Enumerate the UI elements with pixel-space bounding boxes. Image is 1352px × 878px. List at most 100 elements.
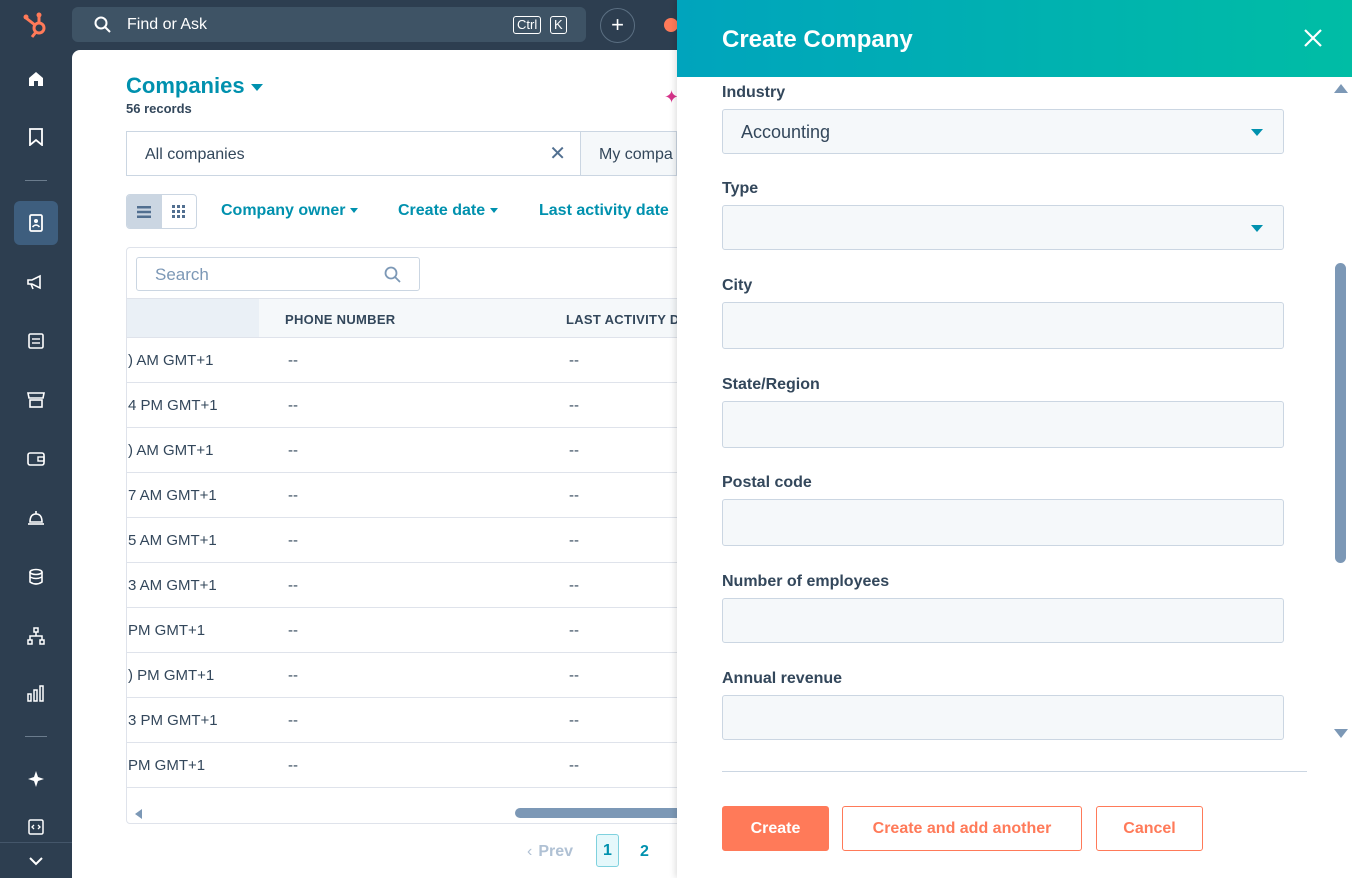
page-title-text: Companies (126, 73, 245, 98)
cell-create-date: PM GMT+1 (128, 757, 206, 774)
left-navigation (0, 50, 72, 878)
panel-header: Create Company (677, 0, 1352, 77)
shortcut-ctrl-key: Ctrl (513, 16, 542, 34)
scroll-up-icon[interactable] (1334, 84, 1348, 93)
contacts-icon[interactable] (14, 201, 58, 245)
panel-footer-divider (722, 771, 1307, 772)
type-select[interactable] (722, 205, 1284, 250)
table-row[interactable]: ) AM GMT+1 -- -- (127, 338, 685, 383)
tab-my-companies[interactable]: My compa (581, 131, 677, 176)
cell-create-date: 3 AM GMT+1 (128, 577, 217, 594)
cell-phone: -- (288, 712, 298, 729)
nav-divider (25, 180, 47, 181)
quick-create-button[interactable]: + (600, 8, 635, 43)
table-row[interactable]: 7 AM GMT+1 -- -- (127, 473, 685, 518)
cell-phone: -- (288, 757, 298, 774)
postal-code-field[interactable] (722, 499, 1284, 546)
service-icon[interactable] (14, 496, 58, 540)
table-row[interactable]: 3 PM GMT+1 -- -- (127, 698, 685, 743)
cell-phone: -- (288, 532, 298, 549)
cell-phone: -- (288, 487, 298, 504)
upgrade-icon[interactable] (664, 18, 678, 32)
wallet-icon[interactable] (14, 437, 58, 481)
cell-phone: -- (288, 577, 298, 594)
pagination-prev-label: Prev (538, 843, 574, 860)
cell-phone: -- (288, 442, 298, 459)
pagination-page-2[interactable]: 2 (640, 843, 649, 861)
cell-create-date: 4 PM GMT+1 (128, 397, 218, 414)
create-and-add-another-button[interactable]: Create and add another (842, 806, 1082, 851)
table-row[interactable]: PM GMT+1 -- -- (127, 608, 685, 653)
table-row[interactable]: 5 AM GMT+1 -- -- (127, 518, 685, 563)
nav-collapse-toggle[interactable] (0, 842, 72, 878)
vertical-scrollbar-thumb[interactable] (1335, 263, 1346, 563)
page-title[interactable]: Companies (126, 73, 263, 99)
table-row[interactable]: ) PM GMT+1 -- -- (127, 653, 685, 698)
column-header-phone[interactable]: PHONE NUMBER (285, 312, 396, 327)
commerce-icon[interactable] (14, 378, 58, 422)
cell-last-activity: -- (569, 667, 579, 684)
developer-icon[interactable] (14, 815, 58, 839)
global-search-placeholder: Find or Ask (127, 16, 208, 33)
data-icon[interactable] (14, 555, 58, 599)
content-icon[interactable] (14, 319, 58, 363)
filter-create-date[interactable]: Create date (398, 202, 499, 220)
city-field[interactable] (722, 302, 1284, 349)
tab-label: My compa (599, 146, 673, 163)
industry-value: Accounting (741, 122, 831, 142)
board-view-icon[interactable] (162, 195, 197, 228)
bookmark-icon[interactable] (14, 115, 58, 159)
table-header-cell[interactable] (127, 299, 259, 337)
filter-company-owner[interactable]: Company owner (221, 202, 359, 220)
cell-last-activity: -- (569, 532, 579, 549)
record-count: 56 records (126, 101, 192, 116)
filter-last-activity-date[interactable]: Last activity date (539, 202, 669, 220)
scrollbar-thumb[interactable] (515, 808, 685, 818)
table-search-input[interactable]: Search (136, 257, 420, 291)
hubspot-logo-icon[interactable] (22, 10, 52, 40)
cell-last-activity: -- (569, 577, 579, 594)
table-search-placeholder: Search (155, 265, 209, 284)
cell-last-activity: -- (569, 622, 579, 639)
list-view-icon[interactable] (127, 195, 162, 228)
tab-all-companies[interactable]: All companies ✕ (126, 131, 581, 176)
companies-table: Search PHONE NUMBER LAST ACTIVITY D ) AM… (126, 247, 686, 824)
create-company-panel: Create Company Industry Accounting Type … (677, 0, 1352, 878)
industry-label: Industry (722, 84, 786, 101)
pagination-page-current[interactable]: 1 (596, 834, 619, 867)
create-button[interactable]: Create (722, 806, 829, 851)
scroll-down-icon[interactable] (1334, 729, 1348, 738)
cell-phone: -- (288, 622, 298, 639)
annual-revenue-field[interactable] (722, 695, 1284, 740)
chevron-down-icon (250, 83, 263, 91)
global-search-bar[interactable]: Find or Ask Ctrl K (72, 7, 586, 42)
chevron-down-icon (350, 208, 359, 214)
reporting-icon[interactable] (14, 671, 58, 715)
state-region-field[interactable] (722, 401, 1284, 448)
pagination-prev[interactable]: ‹ Prev (527, 843, 573, 861)
filter-label: Last activity date (539, 202, 669, 219)
automation-icon[interactable] (14, 614, 58, 658)
ai-sparkle-icon[interactable] (14, 757, 58, 801)
cell-last-activity: -- (569, 397, 579, 414)
cell-phone: -- (288, 352, 298, 369)
cell-create-date: 3 PM GMT+1 (128, 712, 218, 729)
cell-create-date: ) AM GMT+1 (128, 442, 214, 459)
table-row[interactable]: PM GMT+1 -- -- (127, 743, 685, 788)
shortcut-k-key: K (550, 16, 567, 34)
industry-select[interactable]: Accounting (722, 109, 1284, 154)
marketing-icon[interactable] (14, 260, 58, 304)
home-icon[interactable] (14, 57, 58, 101)
employees-field[interactable] (722, 598, 1284, 643)
table-row[interactable]: 3 AM GMT+1 -- -- (127, 563, 685, 608)
scroll-left-icon[interactable] (135, 809, 142, 819)
column-header-last-activity[interactable]: LAST ACTIVITY D (566, 312, 680, 327)
table-row[interactable]: ) AM GMT+1 -- -- (127, 428, 685, 473)
table-row[interactable]: 4 PM GMT+1 -- -- (127, 383, 685, 428)
close-icon[interactable] (1302, 27, 1324, 49)
filter-label: Create date (398, 202, 486, 219)
horizontal-scrollbar[interactable] (127, 804, 685, 822)
close-icon[interactable]: ✕ (549, 144, 566, 164)
employees-label: Number of employees (722, 573, 890, 590)
cancel-button[interactable]: Cancel (1096, 806, 1203, 851)
